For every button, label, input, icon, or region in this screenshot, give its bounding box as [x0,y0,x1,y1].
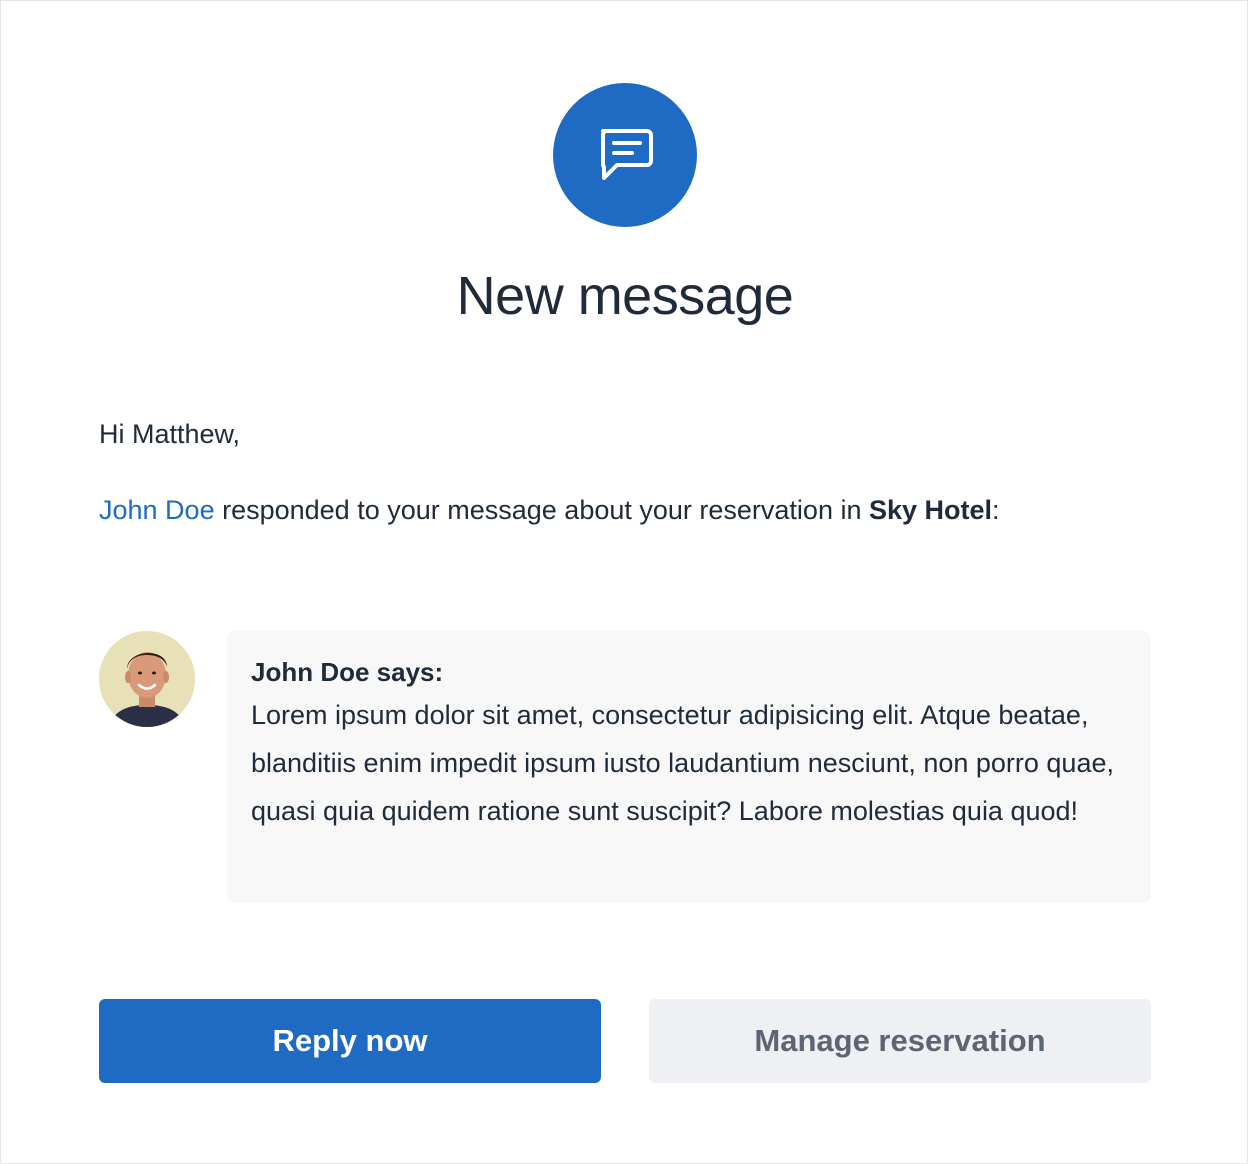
manage-reservation-button[interactable]: Manage reservation [649,999,1151,1083]
sender-link[interactable]: John Doe [99,495,215,525]
message-icon-badge [553,83,697,227]
message-author: John Doe says: [251,657,444,687]
greeting-text: Hi Matthew, [99,419,241,449]
hotel-name: Sky Hotel [868,495,993,525]
page-title: New message [456,266,794,326]
message-body: Lorem ipsum dolor sit amet, consectetur … [251,700,1114,826]
chat-bubble-icon [601,129,653,180]
intro-middle-text: responded to your message about your res… [214,495,869,525]
message-bubble: John Doe says: Lorem ipsum dolor sit ame… [227,631,1151,903]
avatar-image [99,631,195,727]
email-card: New message Hi Matthew, John Doe respond… [0,0,1248,1164]
intro-end-text: : [992,495,1000,525]
intro-text: John Doe responded to your message about… [99,495,1000,526]
reply-now-button[interactable]: Reply now [99,999,601,1083]
avatar [99,631,195,727]
